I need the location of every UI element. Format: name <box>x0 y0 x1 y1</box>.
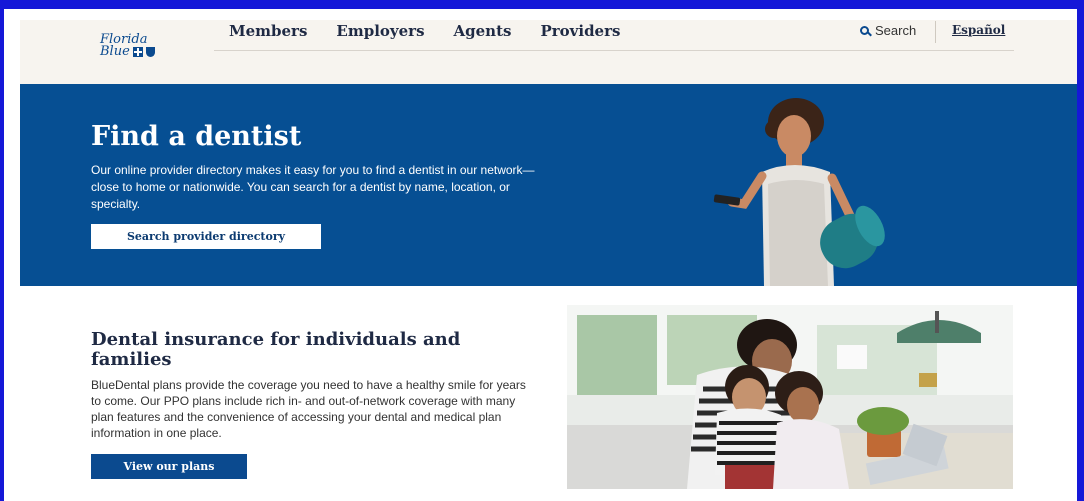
nav-members[interactable]: Members <box>229 22 307 40</box>
nav-employers[interactable]: Employers <box>336 22 424 40</box>
main-nav: Members Employers Agents Providers <box>229 22 620 40</box>
search-icon <box>860 26 869 35</box>
logo-text-line2: Blue <box>100 44 130 59</box>
nav-agents[interactable]: Agents <box>454 22 512 40</box>
search-button[interactable]: Search <box>860 23 916 38</box>
search-provider-directory-button[interactable]: Search provider directory <box>91 224 321 249</box>
family-photo <box>567 305 1013 489</box>
nav-providers[interactable]: Providers <box>540 22 620 40</box>
cross-icon <box>132 47 143 57</box>
header-vertical-divider <box>935 21 936 43</box>
language-link[interactable]: Español <box>952 23 1005 37</box>
hero-description: Our online provider directory makes it e… <box>91 163 535 211</box>
shield-icon <box>145 47 155 57</box>
search-label: Search <box>875 23 917 38</box>
section-title: Dental insurance for individuals and fam… <box>91 329 461 370</box>
hero-title: Find a dentist <box>91 121 302 152</box>
hero-banner: Find a dentist Our online provider direc… <box>20 84 1077 286</box>
page-frame: Florida Blue Members Employers Agents Pr… <box>4 9 1077 501</box>
view-plans-button[interactable]: View our plans <box>91 454 247 479</box>
woman-with-phone-image <box>713 98 885 286</box>
site-header: Florida Blue Members Employers Agents Pr… <box>20 20 1077 84</box>
florida-blue-logo[interactable]: Florida Blue <box>100 33 155 59</box>
nav-divider <box>214 50 1014 51</box>
section-description: BlueDental plans provide the coverage yo… <box>91 378 526 440</box>
